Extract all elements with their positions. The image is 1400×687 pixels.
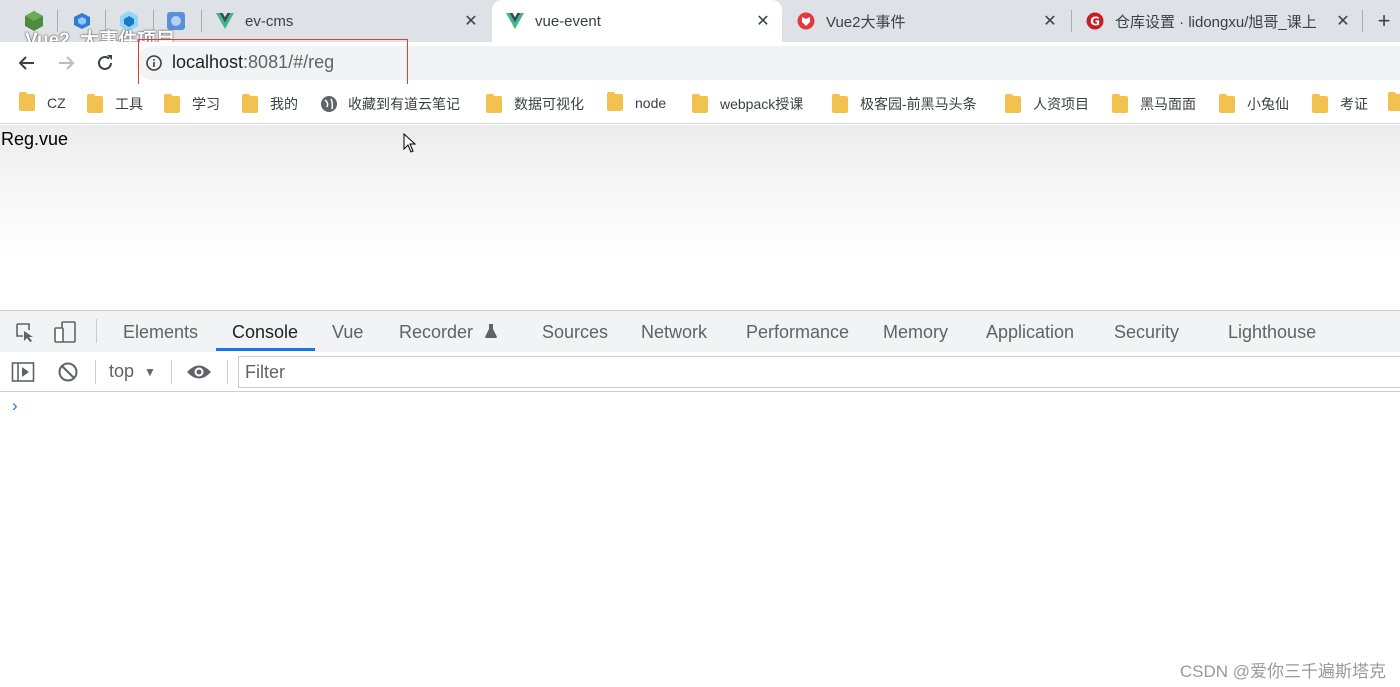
bookmark-label: 学习 (192, 96, 220, 112)
tab-ev-cms[interactable]: ev-cms ✕ (202, 0, 490, 42)
folder-icon (832, 93, 848, 113)
close-tab-icon[interactable]: ✕ (752, 10, 774, 32)
toolbar-divider (95, 360, 96, 384)
page-content-text: Reg.vue (1, 129, 69, 149)
tab-vue2-dashijian[interactable]: Vue2大事件 ✕ (783, 0, 1069, 42)
devtools-tab-bar: Elements Console Vue Recorder Sources Ne… (0, 311, 1400, 353)
mouse-cursor-icon (403, 132, 417, 158)
reload-icon[interactable] (91, 49, 119, 77)
new-tab-plus-icon[interactable]: + (1372, 10, 1396, 32)
console-filter-input[interactable] (238, 356, 1400, 388)
tab-label: ev-cms (245, 12, 294, 30)
bookmark-folder-rabbit[interactable]: 小兔仙 (1219, 93, 1289, 114)
context-selector[interactable]: top ▼ (109, 361, 156, 382)
close-tab-icon[interactable]: ✕ (1332, 10, 1354, 32)
globe-icon (320, 95, 338, 113)
red-shield-icon (797, 12, 815, 30)
gitee-logo-icon: G (1086, 12, 1104, 30)
inspect-element-icon[interactable] (12, 319, 38, 345)
back-arrow-icon[interactable] (13, 49, 41, 77)
folder-icon (19, 92, 35, 111)
folder-icon (486, 93, 502, 113)
flask-icon (484, 323, 498, 344)
tab-recorder[interactable]: Recorder (399, 322, 498, 344)
bookmark-label: webpack授课 (720, 96, 804, 112)
toolbar-divider (96, 319, 97, 343)
active-tab-indicator (216, 348, 315, 351)
dropdown-caret-icon: ▼ (144, 364, 156, 379)
tab-gitee-repo-settings[interactable]: G 仓库设置 · lidongxu/旭哥_课上 ✕ (1072, 0, 1362, 42)
bookmark-folder-mine[interactable]: 我的 (242, 93, 298, 114)
folder-icon (1219, 93, 1235, 113)
folder-icon (607, 92, 623, 111)
folder-icon (87, 93, 103, 113)
close-tab-icon[interactable]: ✕ (1039, 10, 1061, 32)
tab-elements[interactable]: Elements (123, 322, 198, 343)
bookmark-label: CZ (47, 94, 66, 111)
tab-vue[interactable]: Vue (332, 322, 363, 343)
tab-security[interactable]: Security (1114, 322, 1179, 343)
vue-logo-icon (506, 12, 524, 30)
bookmark-label: 极客园-前黑马头条 (860, 96, 977, 112)
tab-application[interactable]: Application (986, 322, 1074, 343)
tab-vue-event[interactable]: vue-event ✕ (492, 0, 782, 42)
bookmark-folder-tools[interactable]: 工具 (87, 93, 143, 114)
bookmark-folder-node[interactable]: node (607, 92, 667, 111)
page-viewport (0, 125, 1400, 310)
bookmark-folder-hr[interactable]: 人资项目 (1005, 93, 1089, 114)
folder-icon (1312, 93, 1328, 113)
bookmarks-bar: CZ 工具 学习 我的 收藏到有道云笔记 数据可视化 node webpack授… (0, 84, 1400, 124)
vue-logo-icon (216, 12, 234, 30)
folder-icon (1112, 93, 1128, 113)
bookmark-label: 小兔仙 (1247, 96, 1289, 112)
folder-icon (1005, 93, 1021, 113)
tab-lighthouse[interactable]: Lighthouse (1228, 322, 1316, 343)
bookmark-label: 黑马面面 (1140, 96, 1196, 112)
toolbar-divider (171, 360, 172, 384)
tab-label: Recorder (399, 322, 474, 342)
bookmark-folder-dataviz[interactable]: 数据可视化 (486, 93, 584, 114)
device-toolbar-icon[interactable] (52, 319, 78, 345)
svg-text:G: G (1090, 15, 1100, 29)
tab-label: vue-event (535, 12, 601, 30)
url-highlight-annotation (138, 39, 408, 89)
bookmark-folder-overflow[interactable] (1388, 92, 1400, 111)
console-prompt[interactable]: › (12, 396, 18, 416)
bookmark-folder-study[interactable]: 学习 (164, 93, 220, 114)
bookmark-label: 工具 (115, 96, 143, 112)
tab-strip: ev-cms ✕ vue-event ✕ Vue2大事件 ✕ G 仓库设置 · … (0, 0, 1400, 42)
tab-label: Vue2大事件 (826, 13, 906, 31)
context-value: top (109, 361, 135, 381)
toolbar-divider (227, 360, 228, 384)
forward-arrow-icon[interactable] (52, 49, 80, 77)
bookmark-folder-cz[interactable]: CZ (19, 92, 66, 111)
folder-icon (1388, 92, 1400, 111)
bookmark-label: 人资项目 (1033, 96, 1089, 112)
bookmark-label: 我的 (270, 96, 298, 112)
tab-console[interactable]: Console (232, 322, 298, 343)
live-expression-eye-icon[interactable] (186, 359, 212, 385)
tab-label: 仓库设置 · lidongxu/旭哥_课上 (1115, 13, 1317, 31)
close-tab-icon[interactable]: ✕ (460, 10, 482, 32)
bookmark-label: 数据可视化 (514, 96, 584, 112)
bookmark-youdao[interactable]: 收藏到有道云笔记 (320, 94, 460, 114)
tab-memory[interactable]: Memory (883, 322, 948, 343)
tab-sources[interactable]: Sources (542, 322, 608, 343)
bookmark-folder-exam[interactable]: 考证 (1312, 93, 1368, 114)
folder-icon (242, 93, 258, 113)
bookmark-folder-heima[interactable]: 黑马面面 (1112, 93, 1196, 114)
watermark: CSDN @爱你三千遍斯塔克 (1179, 662, 1386, 681)
show-sidebar-icon[interactable] (10, 359, 36, 385)
folder-icon (692, 93, 708, 113)
clear-console-icon[interactable] (55, 359, 81, 385)
bookmark-label: 收藏到有道云笔记 (348, 96, 460, 112)
bookmark-folder-geekpark[interactable]: 极客园-前黑马头条 (832, 93, 977, 114)
bookmark-label: 考证 (1340, 96, 1368, 112)
tab-separator (1362, 10, 1363, 32)
tab-network[interactable]: Network (641, 322, 707, 343)
bookmark-folder-webpack[interactable]: webpack授课 (692, 93, 804, 114)
tab-performance[interactable]: Performance (746, 322, 849, 343)
bookmark-label: node (635, 94, 667, 111)
folder-icon (164, 93, 180, 113)
